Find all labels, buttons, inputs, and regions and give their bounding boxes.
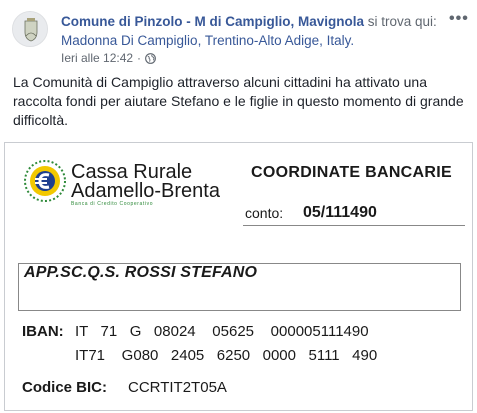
bank-logo: Cassa Rurale Adamello-Brenta Banca di Cr… bbox=[23, 159, 235, 207]
location-link[interactable]: Madonna Di Campiglio, Trentino-Alto Adig… bbox=[61, 33, 354, 48]
cassa-rurale-logo-icon: Cassa Rurale Adamello-Brenta Banca di Cr… bbox=[24, 160, 221, 207]
conto-label: conto: bbox=[245, 205, 284, 221]
iban-line-2: IT71 G080 2405 6250 0000 5111 490 bbox=[75, 347, 378, 364]
page-avatar[interactable] bbox=[12, 11, 48, 47]
iban-line-1: IT 71 G 08024 05625 000005111490 bbox=[75, 323, 369, 340]
bank-tagline: Banca di Credito Cooperativo bbox=[71, 201, 153, 207]
post-timestamp[interactable]: Ieri alle 12:42 bbox=[61, 51, 133, 65]
page-name-link[interactable]: Comune di Pinzolo - M di Campiglio, Mavi… bbox=[61, 14, 364, 29]
bank-details-image[interactable]: Cassa Rurale Adamello-Brenta Banca di Cr… bbox=[4, 142, 473, 411]
globe-icon[interactable] bbox=[145, 52, 156, 64]
location-prefix: si trova qui: bbox=[367, 14, 437, 29]
post-text: La Comunità di Campiglio attraverso alcu… bbox=[13, 74, 464, 128]
conto-value: 05/111490 bbox=[303, 204, 377, 221]
meta-separator: · bbox=[137, 51, 142, 65]
conto-underline bbox=[243, 225, 465, 226]
post-meta: Ieri alle 12:42 · bbox=[61, 51, 156, 65]
more-options-icon[interactable]: ••• bbox=[449, 10, 469, 28]
bic-label: Codice BIC: bbox=[22, 379, 108, 396]
card-title: COORDINATE BANCARIE bbox=[251, 164, 452, 181]
facebook-post: Comune di Pinzolo - M di Campiglio, Mavi… bbox=[0, 0, 477, 413]
bank-name-line2: Adamello-Brenta bbox=[71, 180, 221, 202]
post-header: Comune di Pinzolo - M di Campiglio, Mavi… bbox=[61, 12, 441, 50]
account-holder-name: APP.SC.Q.S. ROSSI STEFANO bbox=[24, 264, 258, 281]
coat-of-arms-icon bbox=[13, 12, 47, 46]
bic-value: CCRTIT2T05A bbox=[128, 379, 227, 396]
iban-label: IBAN: bbox=[22, 323, 64, 340]
